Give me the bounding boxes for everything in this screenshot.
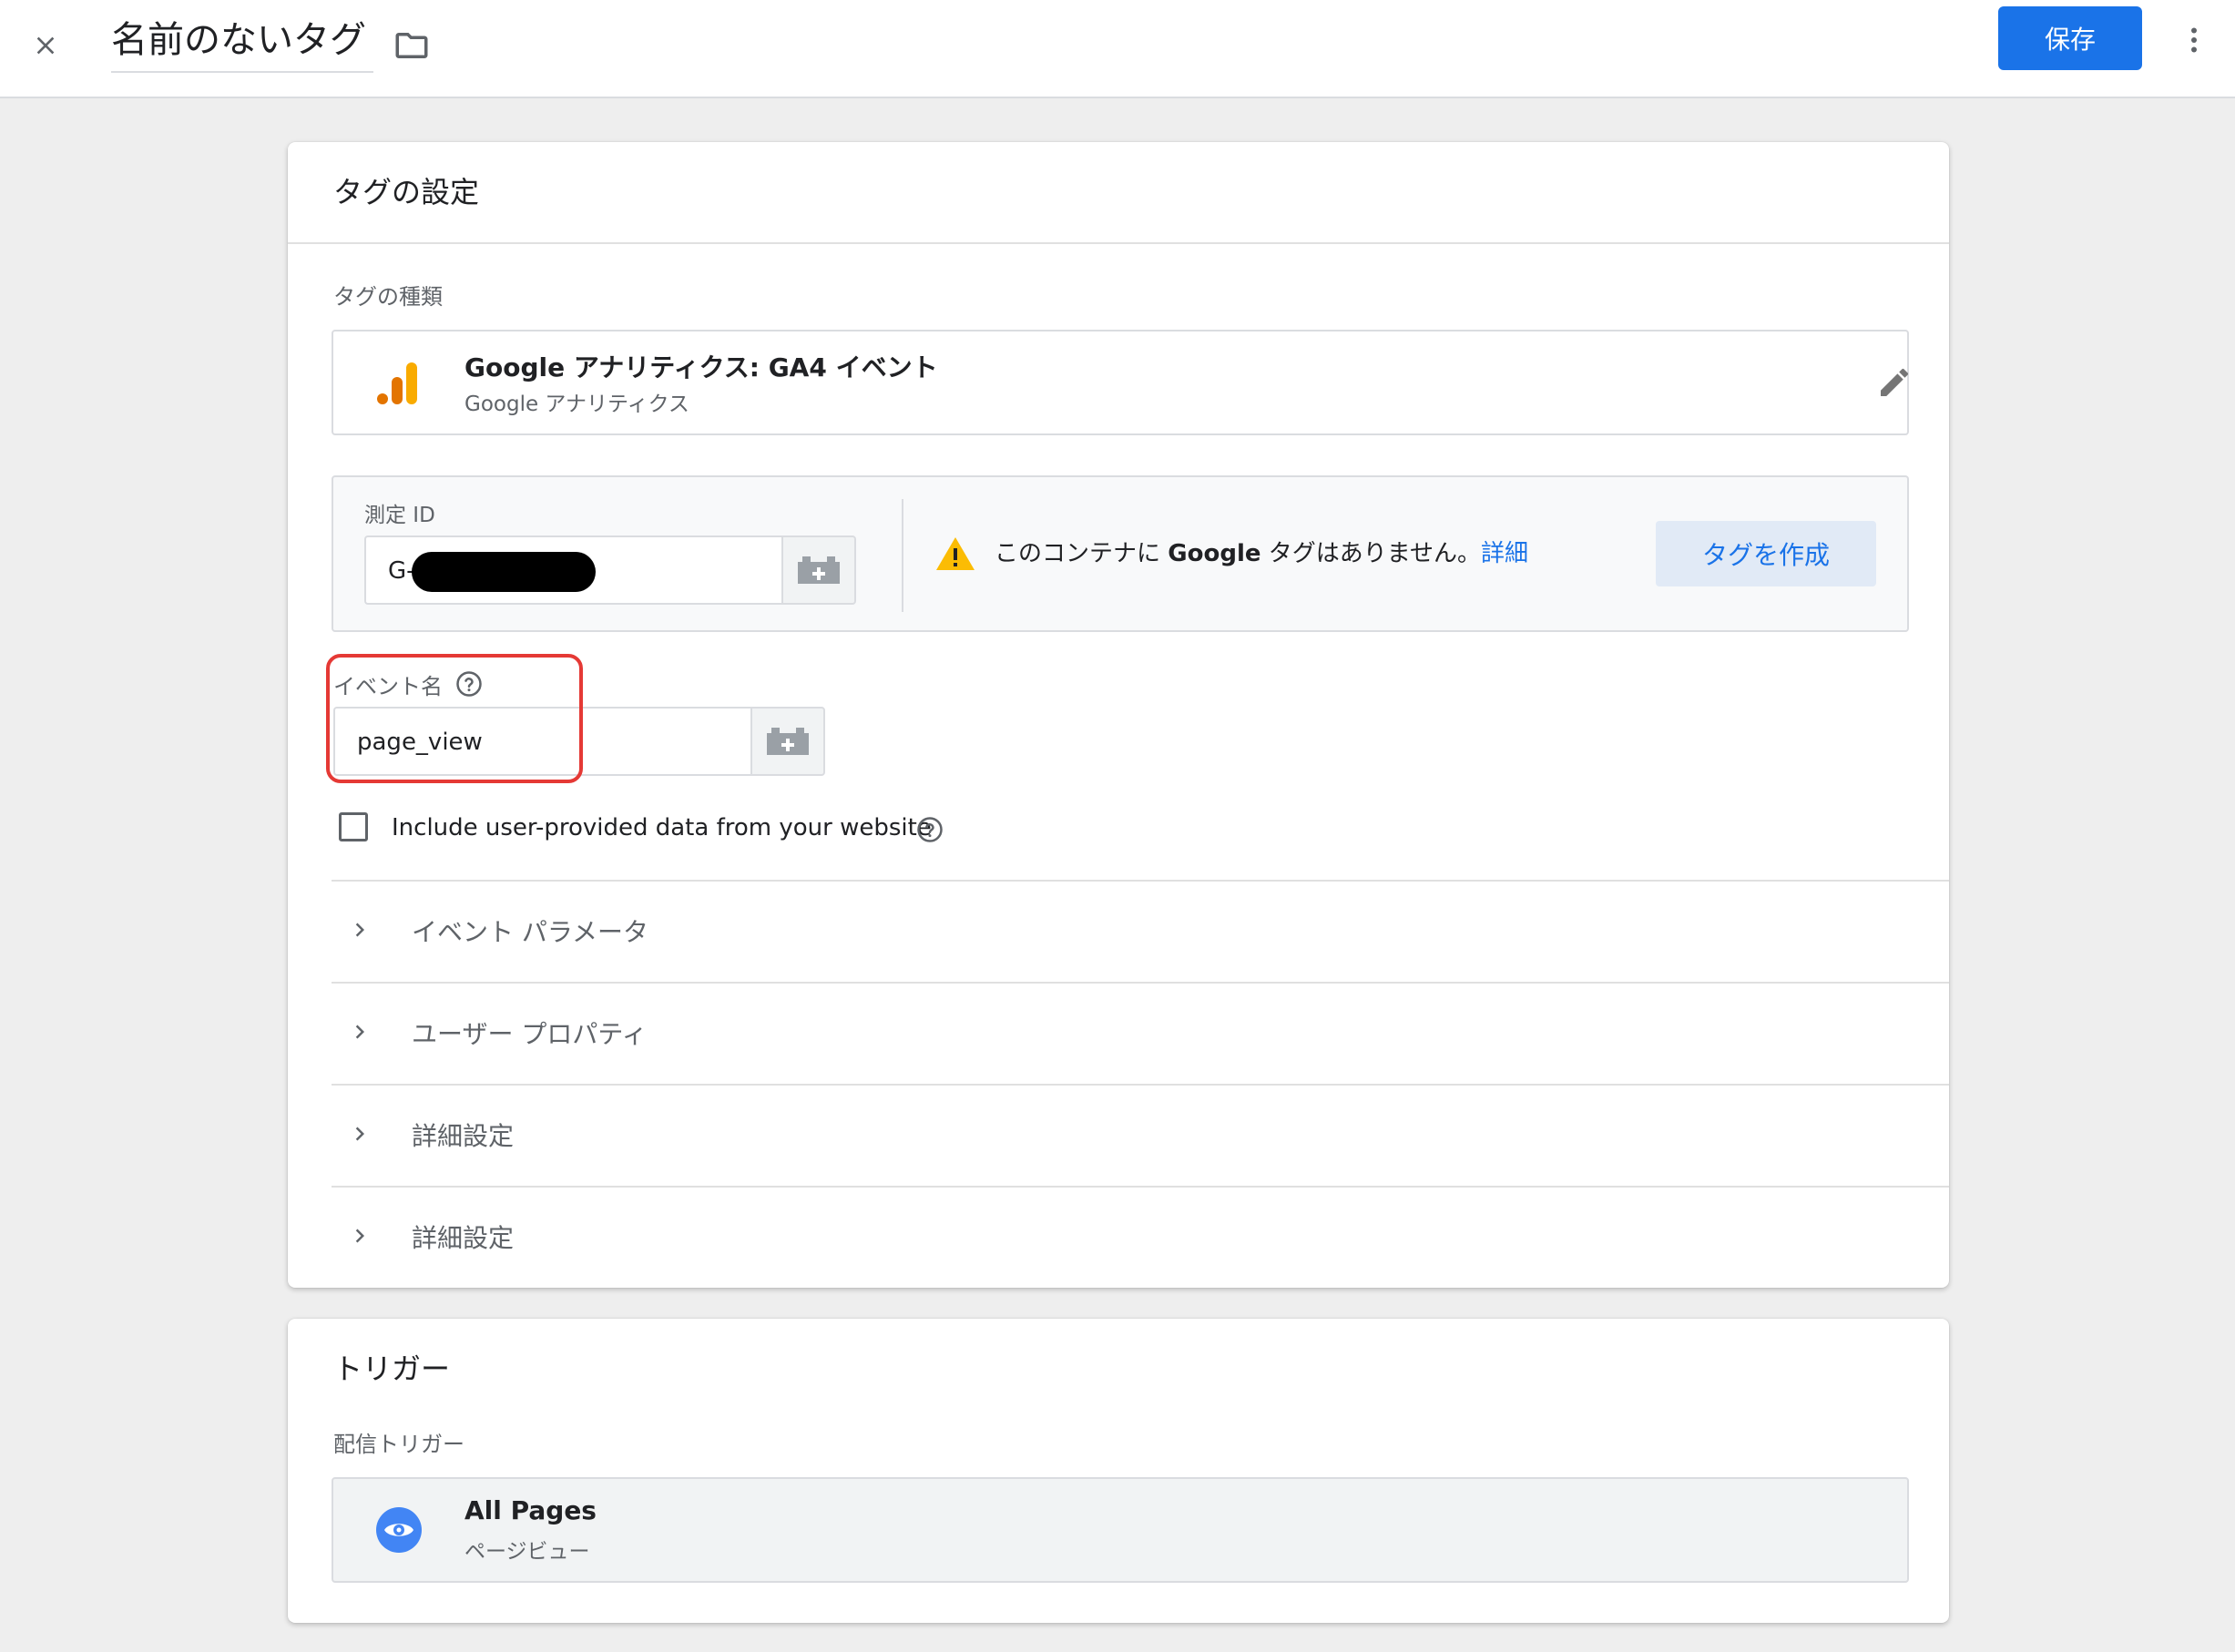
- variable-brick-icon: [798, 556, 840, 584]
- section-advanced-settings-2[interactable]: 詳細設定: [332, 1186, 1949, 1286]
- event-name-label: イベント名: [333, 674, 443, 699]
- top-bar: 名前のないタグ 保存: [0, 0, 2235, 98]
- redaction-mark: [412, 552, 596, 592]
- measurement-id-label: 測定 ID: [364, 504, 435, 527]
- more-vert-icon: [2191, 27, 2197, 53]
- measurement-id-input[interactable]: G-: [364, 535, 781, 605]
- event-name-input[interactable]: page_view: [333, 707, 752, 776]
- section-label: イベント パラメータ: [412, 917, 649, 947]
- user-data-checkbox[interactable]: [339, 812, 368, 841]
- chevron-right-icon: [355, 1127, 364, 1141]
- tag-type-name: Google アナリティクス: GA4 イベント: [464, 352, 938, 382]
- tag-type-label: タグの種類: [333, 284, 443, 310]
- analytics-bars-icon: [377, 362, 417, 404]
- trigger-card: トリガー 配信トリガー All Pages ページビュー: [288, 1319, 1949, 1623]
- measurement-id-variable-button[interactable]: [781, 535, 856, 605]
- chevron-right-icon: [355, 923, 364, 937]
- event-name-value: page_view: [357, 729, 483, 756]
- folder-button[interactable]: [386, 20, 437, 71]
- measurement-id-panel: 測定 ID G- このコンテナに Google タグはありません。詳細 タグを作: [332, 475, 1909, 632]
- warning-icon: [936, 537, 975, 570]
- section-label: 詳細設定: [412, 1121, 515, 1151]
- chevron-right-icon: [355, 1025, 364, 1039]
- trigger-type: ページビュー: [464, 1540, 590, 1564]
- trigger-title: トリガー: [333, 1351, 451, 1386]
- section-user-properties[interactable]: ユーザー プロパティ: [332, 982, 1949, 1082]
- pencil-icon[interactable]: [1876, 364, 1913, 401]
- close-button[interactable]: [20, 20, 71, 71]
- section-event-parameters[interactable]: イベント パラメータ: [332, 880, 1949, 980]
- event-name-variable-button[interactable]: [750, 707, 825, 776]
- divider: [902, 499, 903, 612]
- details-link[interactable]: 詳細: [1481, 540, 1528, 567]
- tag-config-title: タグの設定: [333, 175, 480, 209]
- chevron-right-icon: [355, 1229, 364, 1243]
- help-icon[interactable]: [455, 670, 483, 698]
- firing-trigger-label: 配信トリガー: [333, 1432, 464, 1457]
- more-options-button[interactable]: [2171, 13, 2217, 67]
- section-label: ユーザー プロパティ: [412, 1019, 648, 1049]
- variable-brick-icon: [767, 728, 809, 755]
- tag-type-subtitle: Google アナリティクス: [464, 393, 689, 416]
- divider: [288, 242, 1949, 244]
- eye-icon: [376, 1507, 422, 1553]
- trigger-item-all-pages[interactable]: All Pages ページビュー: [332, 1477, 1909, 1583]
- save-button[interactable]: 保存: [1998, 6, 2142, 70]
- tag-type-selector[interactable]: Google アナリティクス: GA4 イベント Google アナリティクス: [332, 330, 1909, 435]
- no-google-tag-warning: このコンテナに Google タグはありません。詳細: [995, 540, 1529, 567]
- tag-name-field[interactable]: 名前のないタグ: [111, 13, 373, 73]
- tag-config-card: タグの設定 タグの種類 Google アナリティクス: GA4 イベント Goo…: [288, 142, 1949, 1288]
- close-icon: [36, 36, 55, 55]
- folder-icon: [395, 33, 428, 58]
- tag-name: 名前のないタグ: [111, 19, 366, 61]
- help-icon[interactable]: [916, 816, 944, 843]
- user-data-checkbox-label: Include user-provided data from your web…: [392, 814, 932, 841]
- create-tag-button[interactable]: タグを作成: [1656, 521, 1876, 586]
- section-advanced-settings[interactable]: 詳細設定: [332, 1084, 1949, 1184]
- section-label: 詳細設定: [412, 1223, 515, 1253]
- trigger-name: All Pages: [464, 1495, 597, 1525]
